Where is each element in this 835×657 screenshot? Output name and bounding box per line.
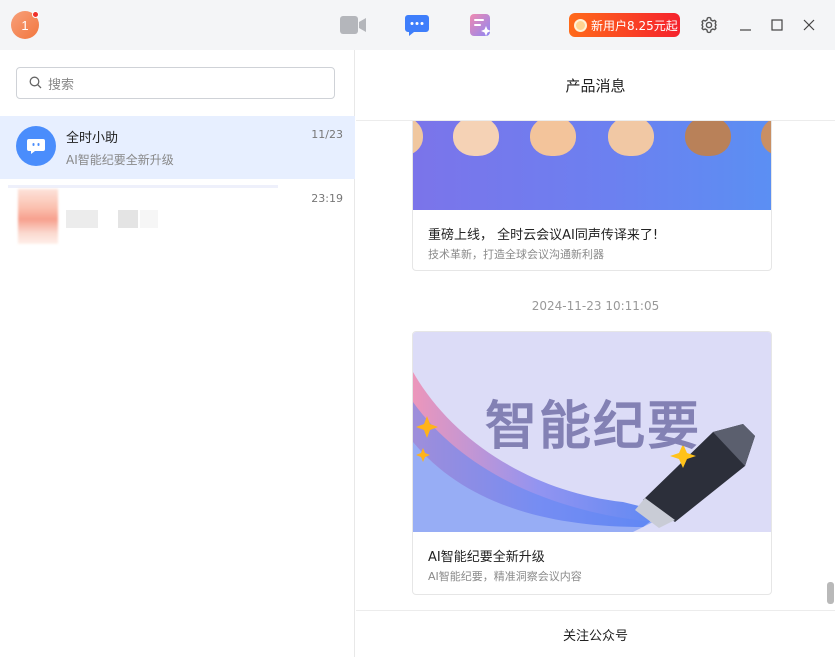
blurred-avatar [18,189,58,244]
search-input[interactable]: 搜索 [16,67,335,99]
avatar-label: 1 [21,17,29,33]
card-title: 重磅上线， 全时云会议AI同声传译来了! [428,228,659,243]
notes-icon[interactable] [468,13,494,37]
face-illustration [453,121,499,156]
message-panel: 产品消息 重磅上线， 全时云会议AI同声传译来了! 技术革新，打造全球会议沟通新… [356,50,835,657]
conversation-item-assistant[interactable]: 全时小助 AI智能纪要全新升级 11/23 [0,116,355,179]
page-title: 产品消息 [565,76,626,95]
card-banner-image [413,121,771,210]
face-illustration [530,121,576,156]
coin-icon [574,18,587,32]
message-timestamp: 2024-11-23 10:11:05 [531,299,660,313]
card-subtitle: AI智能纪要，精准洞察会议内容 [428,570,582,583]
message-feed[interactable]: 重磅上线， 全时云会议AI同声传译来了! 技术革新，打造全球会议沟通新利器 20… [356,121,835,610]
maximize-icon[interactable] [767,15,787,35]
card-banner-image: 智能纪要 [413,332,771,532]
chat-icon[interactable] [404,13,430,37]
conversation-name: 全时小助 [66,131,119,146]
conversation-preview: AI智能纪要全新升级 [66,153,174,167]
blurred-text [118,210,138,228]
close-icon[interactable] [799,15,819,35]
conversation-time: 11/23 [311,128,343,141]
blurred-text [140,210,158,228]
assistant-avatar [16,126,56,166]
panel-title: 产品消息 [356,50,835,121]
search-placeholder: 搜索 [48,77,75,93]
message-card[interactable]: 重磅上线， 全时云会议AI同声传译来了! 技术革新，打造全球会议沟通新利器 [412,121,772,271]
conversation-time: 23:19 [311,192,343,205]
message-card[interactable]: 智能纪要 AI智能纪要全新升级 AI智能纪要，精准洞察会议内容 [412,331,772,595]
notification-dot [32,11,39,18]
face-illustration [608,121,654,156]
card-subtitle: 技术革新，打造全球会议沟通新利器 [428,248,604,261]
feed-scrollbar[interactable] [827,582,834,604]
blurred-name [66,210,98,228]
blurred-preview-line [8,185,278,188]
title-bar: 1 新用户8.25元起 [0,0,835,50]
follow-account-button[interactable]: 关注公众号 [356,610,835,657]
conversation-item-blurred[interactable]: 23:19 [0,180,355,246]
card-title: AI智能纪要全新升级 [428,550,545,565]
new-user-promo-button[interactable]: 新用户8.25元起 [569,13,680,37]
gear-icon[interactable] [699,15,719,35]
promo-label: 新用户8.25元起 [591,18,678,33]
search-icon [29,74,42,93]
conversation-sidebar: 搜索 全时小助 AI智能纪要全新升级 11/23 23:19 [0,50,355,657]
video-meeting-icon[interactable] [340,13,366,37]
banner-title-text: 智能纪要 [485,397,702,457]
follow-label: 关注公众号 [562,628,628,644]
minimize-icon[interactable] [735,15,755,35]
face-illustration [761,121,771,156]
face-illustration [685,121,731,156]
robot-chat-icon [27,138,45,154]
